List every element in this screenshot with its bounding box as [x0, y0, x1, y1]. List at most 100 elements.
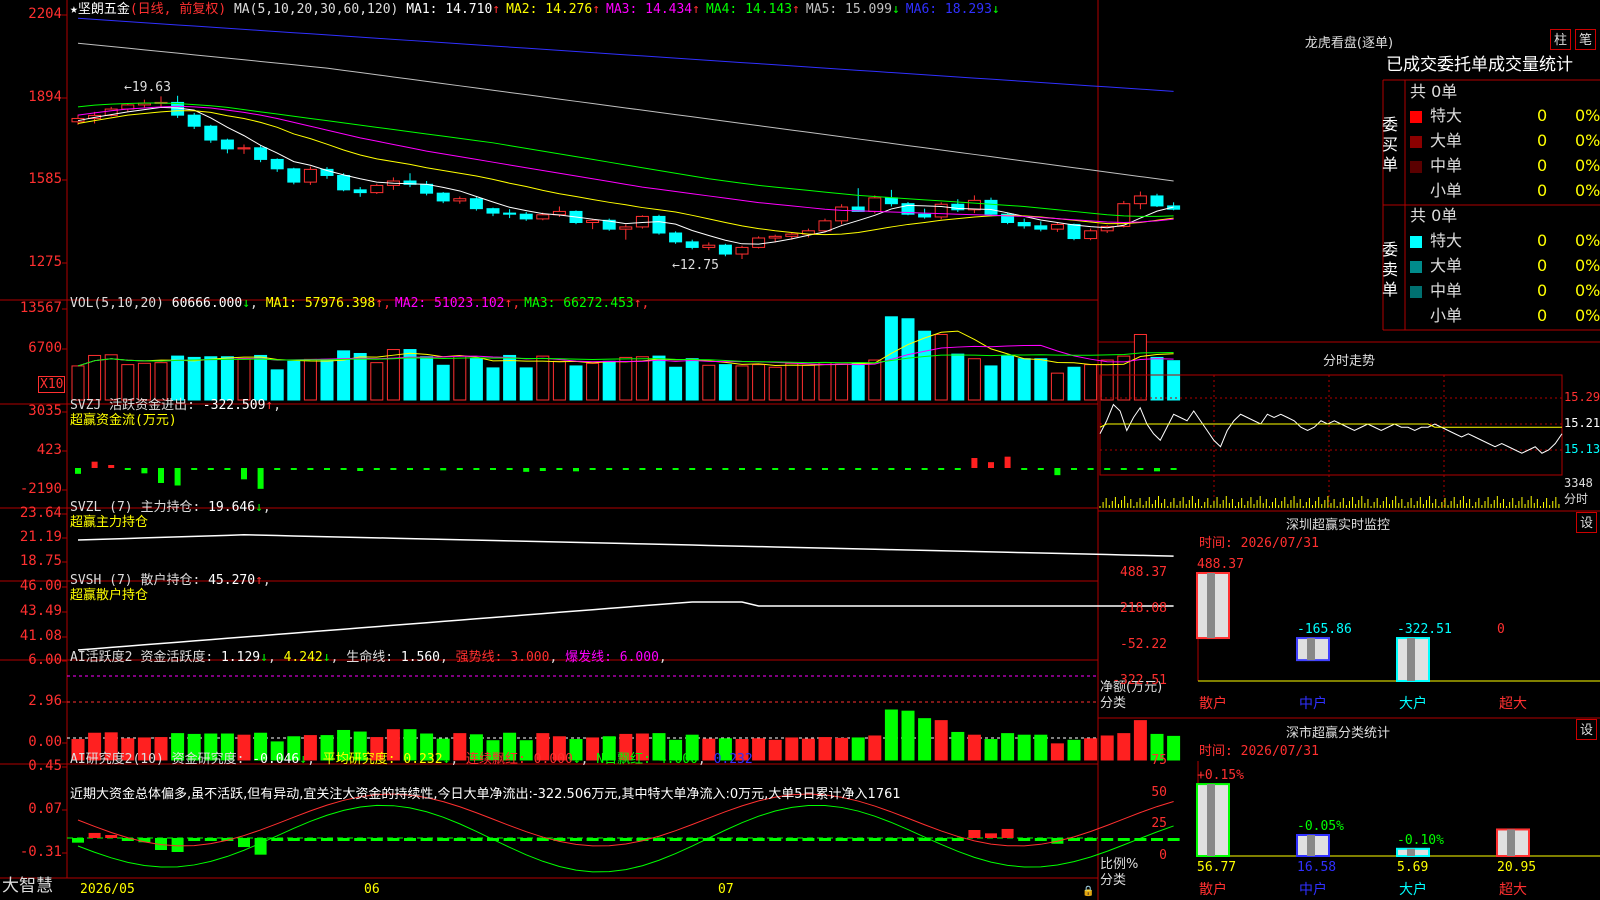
ai2-bar — [420, 838, 433, 841]
volume-bar — [868, 359, 882, 401]
classify-value-label: 56.77 — [1197, 860, 1237, 875]
volume-bar — [569, 365, 583, 401]
volume-bar — [137, 362, 151, 401]
ma-value-4: MA4: 14.143↑ — [705, 2, 800, 17]
candle-body — [270, 158, 284, 170]
monitor-value-label: 0 — [1497, 622, 1505, 638]
volume-bar — [187, 356, 201, 401]
sell-pct: 0% — [1575, 256, 1600, 275]
svzj-bar — [390, 468, 397, 470]
sell-total: 共 0单 — [1410, 206, 1458, 225]
classify-category: 大户 — [1399, 882, 1427, 898]
svzj-bar — [722, 468, 729, 470]
svzj-bar — [490, 468, 496, 470]
ma-line-ma1 — [77, 106, 1174, 245]
volume-bar — [320, 358, 334, 401]
ai1-bar — [768, 739, 782, 761]
svzj-bar — [539, 468, 546, 471]
intraday-tick-2: 15.13 — [1564, 442, 1600, 456]
vol-ma-3: MA3: 66272.453↑, — [524, 296, 650, 311]
classify-bar-shade — [1507, 829, 1515, 856]
classify-settings-button[interactable]: 设 — [1576, 719, 1597, 740]
vol-ma-arrow: ↑, — [633, 296, 650, 311]
vol-value: 60666.000 — [171, 296, 243, 311]
ai1-extra: 4.242 — [283, 650, 323, 665]
ai2-bar — [337, 838, 350, 841]
buy-pct: 0% — [1575, 106, 1600, 125]
ai1-burst-value: 6.000 — [619, 650, 659, 665]
ai1-bar — [918, 718, 932, 761]
svzj-bar — [1137, 468, 1144, 470]
classify-change-label: -0.10% — [1397, 832, 1444, 848]
svzj-bar — [274, 468, 281, 470]
volume-bar — [635, 356, 649, 401]
svsh-line — [77, 601, 1174, 651]
monitor-category: 大户 — [1399, 696, 1427, 712]
ai1-bar — [785, 737, 799, 761]
svzj-bar — [1037, 468, 1044, 470]
vol-mas: MA1: 57976.398↑, MA2: 51023.102↑, MA3: 662… — [266, 296, 654, 311]
ai2-avg-value: 0.232 — [403, 752, 443, 767]
ai1-name: AI活跃度2 — [70, 650, 133, 665]
ai2-bar — [105, 835, 118, 838]
svzj-bar — [1004, 456, 1011, 468]
sell-row: 大单 — [1410, 256, 1462, 276]
ai2-bar — [1001, 828, 1014, 838]
candle-body — [187, 114, 201, 127]
ai2-bar — [785, 838, 798, 841]
svsh-name: SVSH (7) — [70, 573, 133, 588]
stock-mode: (日线, 前复权) — [129, 2, 227, 17]
ma-arrow: ↓ — [991, 2, 1000, 17]
longhu-header: 已成交委托单成交量统计 — [1386, 55, 1573, 75]
svzj-bar — [888, 468, 895, 470]
monitor-bar-shade — [1207, 573, 1215, 639]
svzj-bar — [1120, 468, 1127, 470]
sell-label: 委卖单 — [1382, 240, 1399, 299]
star-icon[interactable]: ★ — [70, 2, 78, 17]
monitor-tick-0: 488.37 — [1120, 565, 1167, 580]
date-label-2: 07 — [718, 882, 734, 897]
svsh-label: 散户持仓: — [140, 573, 201, 588]
lock-icon[interactable]: 🔒 — [1082, 884, 1094, 899]
volume-bar — [718, 364, 732, 401]
svzl-arrow: ↓ — [255, 500, 263, 515]
volume-bar — [420, 356, 434, 401]
svzj-bar — [954, 468, 961, 470]
volume-bar — [552, 360, 566, 401]
svzj-bar — [739, 468, 745, 470]
column-view-button[interactable]: 柱 — [1550, 29, 1571, 50]
volume-bar — [237, 358, 251, 401]
tick-view-button[interactable]: 笔 — [1575, 29, 1596, 50]
ai2-bar — [752, 838, 765, 841]
volume-bar — [287, 360, 301, 401]
classify-change-label: -0.05% — [1297, 818, 1344, 834]
buy-count: 0 — [1537, 156, 1548, 175]
ai2-bar — [852, 838, 865, 841]
classify-bar-shade — [1407, 848, 1415, 856]
monitor-settings-button[interactable]: 设 — [1576, 512, 1597, 533]
classify-value-label: 16.58 — [1297, 860, 1337, 875]
buy-row: 小单 — [1410, 181, 1462, 201]
svzj-bar — [158, 468, 164, 483]
price-header: ★坚朗五金(日线, 前复权) MA(5,10,20,30,60,120) MA1… — [70, 2, 1006, 17]
vol-tick-1: 6700 — [28, 340, 62, 356]
svzl-sub: 超赢主力持仓 — [70, 515, 149, 530]
ai2-bar — [404, 838, 416, 841]
svzj-bars — [75, 456, 1177, 489]
svzj-bar — [788, 468, 795, 470]
ai2-bar — [935, 838, 948, 841]
ai1-bar — [801, 738, 815, 761]
price-tick-1: 1894 — [28, 89, 62, 105]
monitor-value-label: -322.51 — [1397, 622, 1452, 638]
volume-bar — [934, 333, 948, 401]
ai2-bar — [453, 838, 466, 841]
classify-bar-shade — [1207, 784, 1215, 856]
svzl-label: 主力持仓: — [140, 500, 201, 515]
volume-bar — [602, 360, 616, 401]
classify-value-label: 5.69 — [1397, 860, 1429, 875]
longhu-title: 龙虎看盘(逐单) — [1304, 36, 1394, 51]
ma-value-3: MA3: 14.434↑ — [606, 2, 700, 17]
moving-average-lines — [77, 17, 1174, 245]
svzj-bar — [1054, 468, 1061, 476]
classify-axis-label: 比例% — [1100, 857, 1139, 872]
